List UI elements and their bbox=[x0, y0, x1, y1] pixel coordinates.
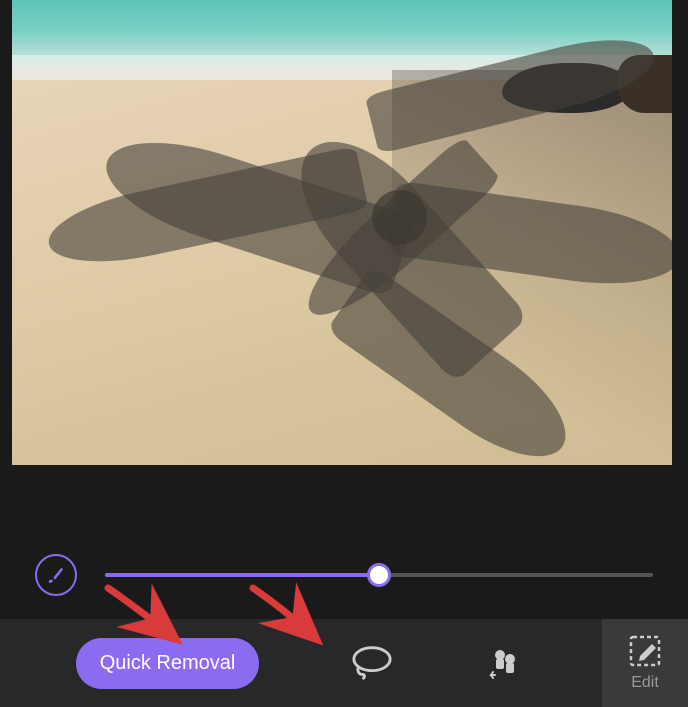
edit-label: Edit bbox=[631, 674, 659, 692]
bottom-toolbar: Quick Removal Edit bbox=[0, 619, 688, 707]
brush-size-slider[interactable] bbox=[105, 573, 653, 577]
beach-photo bbox=[12, 0, 672, 465]
slider-fill bbox=[105, 573, 379, 577]
clone-stamp-tool-button[interactable] bbox=[484, 642, 526, 684]
quick-removal-button[interactable]: Quick Removal bbox=[76, 638, 260, 689]
edit-crop-icon bbox=[628, 634, 662, 668]
edit-button[interactable]: Edit bbox=[602, 619, 688, 707]
clone-stamp-icon bbox=[487, 645, 523, 681]
lasso-icon bbox=[351, 645, 393, 681]
brush-size-control bbox=[0, 545, 688, 605]
tools-group: Quick Removal bbox=[0, 619, 602, 707]
image-preview[interactable] bbox=[12, 0, 672, 465]
slider-thumb[interactable] bbox=[367, 563, 391, 587]
lasso-tool-button[interactable] bbox=[351, 642, 393, 684]
brush-icon[interactable] bbox=[35, 554, 77, 596]
